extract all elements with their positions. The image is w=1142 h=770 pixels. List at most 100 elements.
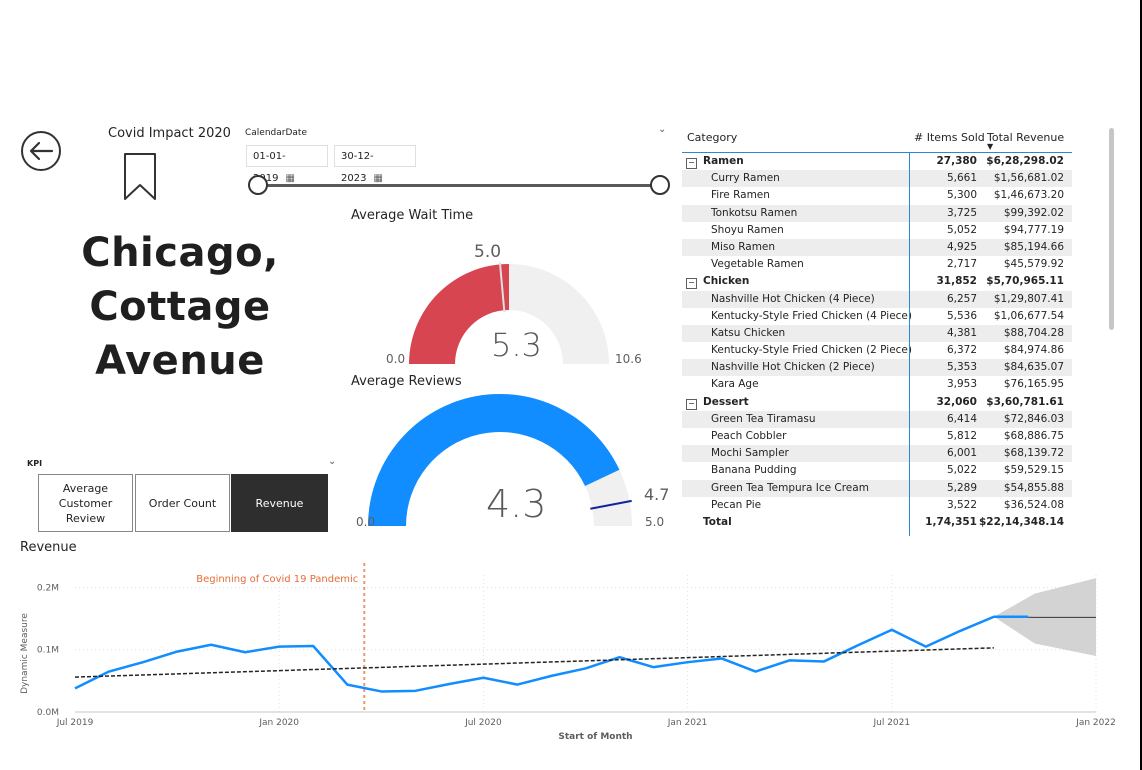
store-name: Chicago, Cottage Avenue — [60, 226, 300, 388]
revenue-line-chart[interactable]: 0.0M 0.1M 0.2M Jul 2019 Jan 2020 Jul 2020 Jan … — [0, 555, 1130, 755]
table-body: − Ramen 27,380 $6,28,298.02 Curry Ramen 5,661… — [682, 153, 1072, 531]
category-row: − Dessert 32,060 $3,60,781.61 — [682, 394, 1072, 411]
items-sold-cell: 6,001 — [946, 447, 977, 460]
items-sold-cell: 5,022 — [946, 464, 977, 477]
table-header: Category # Items Sold Total Revenue ▼ — [682, 126, 1072, 153]
revenue-cell: $85,194.66 — [1003, 240, 1064, 253]
calendar-icon[interactable]: ▦ — [285, 173, 294, 184]
column-header-items-sold[interactable]: # Items Sold — [914, 131, 985, 144]
revenue-cell: $45,579.92 — [1003, 258, 1064, 271]
revenue-cell: $99,392.02 — [1003, 206, 1064, 219]
slider-start-handle[interactable] — [248, 175, 268, 195]
revenue-cell: $5,70,965.11 — [986, 275, 1064, 288]
revenue-cell: $68,886.75 — [1003, 430, 1064, 442]
item-name-cell: Kentucky-Style Fried Chicken (2 Piece) — [711, 344, 912, 357]
back-arrow-icon[interactable] — [20, 130, 62, 172]
end-date-input[interactable]: 30-12-2023 ▦ — [334, 145, 416, 184]
category-row: − Ramen 27,380 $6,28,298.02 — [682, 153, 1072, 170]
date-range-slider-track[interactable] — [258, 184, 661, 187]
table-row: Katsu Chicken 4,381 $88,704.28 — [682, 324, 1072, 343]
column-header-total-revenue[interactable]: Total Revenue — [987, 131, 1064, 144]
table-scrollbar[interactable] — [1109, 128, 1114, 330]
items-sold-cell: 6,372 — [946, 344, 977, 357]
end-date-value: 30-12-2023 — [341, 151, 374, 184]
column-header-category[interactable]: Category — [687, 131, 737, 144]
covid-annotation-label: Beginning of Covid 19 Pandemic — [196, 574, 358, 585]
revenue-cell: $1,46,673.20 — [993, 189, 1064, 202]
x-tick-label: Jul 2020 — [464, 718, 502, 728]
collapse-icon[interactable]: − — [686, 398, 697, 410]
store-name-line: Cottage — [89, 284, 271, 330]
items-sold-cell: 5,300 — [946, 189, 977, 202]
items-sold-cell: 4,381 — [946, 326, 977, 339]
bookmark-title[interactable]: Covid Impact 2020 — [108, 126, 231, 141]
table-row: Green Tea Tempura Ice Cream 5,289 $54,855.… — [682, 479, 1072, 497]
slider-end-handle[interactable] — [650, 175, 670, 195]
item-name-cell: Katsu Chicken — [711, 326, 786, 339]
revenue-cell: $84,635.07 — [1003, 361, 1064, 374]
x-tick-label: Jan 2022 — [1075, 718, 1116, 728]
table-row: Fire Ramen 5,300 $1,46,673.20 — [682, 187, 1072, 204]
collapse-icon[interactable]: − — [686, 278, 697, 290]
wait-time-gauge-title: Average Wait Time — [351, 208, 474, 223]
table-row: Kentucky-Style Fried Chicken (4 Piece) 5,… — [682, 308, 1072, 325]
items-sold-cell: 5,289 — [946, 481, 977, 494]
items-sold-cell: 1,74,351 — [925, 515, 977, 528]
items-sold-cell: 3,522 — [946, 498, 977, 511]
kpi-label: KPI — [27, 459, 43, 468]
calendar-icon[interactable]: ▦ — [373, 173, 382, 184]
table-row: Peach Cobbler 5,812 $68,886.75 — [682, 428, 1072, 445]
bookmark-icon[interactable] — [122, 152, 158, 202]
item-name-cell: Curry Ramen — [711, 172, 780, 185]
y-tick-label: 0.1M — [37, 646, 59, 656]
item-name-cell: Peach Cobbler — [711, 430, 787, 442]
item-name-cell: Banana Pudding — [711, 464, 797, 477]
item-name-cell: Shoyu Ramen — [711, 223, 784, 236]
items-sold-cell: 5,052 — [946, 223, 977, 236]
item-name-cell: Vegetable Ramen — [711, 258, 804, 271]
items-sold-cell: 6,414 — [946, 412, 977, 425]
table-row: Mochi Sampler 6,001 $68,139.72 — [682, 445, 1072, 463]
reviews-value: 4.3 — [486, 482, 547, 526]
column-divider — [909, 152, 910, 536]
reviews-gauge-title: Average Reviews — [351, 374, 462, 389]
x-axis-title: Start of Month — [558, 732, 632, 742]
sort-descending-icon[interactable]: ▼ — [987, 142, 993, 151]
collapse-icon[interactable]: − — [686, 158, 697, 169]
revenue-cell: $72,846.03 — [1003, 412, 1064, 425]
kpi-order-count-button[interactable]: Order Count — [135, 474, 230, 532]
revenue-cell: $36,524.08 — [1003, 498, 1064, 511]
item-name-cell: Miso Ramen — [711, 240, 776, 253]
table-row: Kara Age 3,953 $76,165.95 — [682, 376, 1072, 393]
kpi-average-review-button[interactable]: Average Customer Review — [38, 474, 133, 532]
revenue-cell: $3,60,781.61 — [986, 395, 1064, 408]
table-row: Nashville Hot Chicken (2 Piece) 5,353 $84,… — [682, 359, 1072, 377]
items-sold-cell: 3,953 — [946, 378, 977, 391]
table-row: Kentucky-Style Fried Chicken (2 Piece) 6,… — [682, 342, 1072, 359]
category-name: Dessert — [703, 395, 749, 408]
items-sold-cell: 5,812 — [946, 430, 977, 442]
chevron-down-icon[interactable]: ⌄ — [328, 456, 336, 467]
reviews-target-label: 4.7 — [644, 485, 670, 504]
x-tick-label: Jan 2021 — [667, 718, 708, 728]
date-slicer-label: CalendarDate — [245, 128, 307, 138]
revenue-series-line — [74, 615, 1028, 693]
chevron-down-icon[interactable]: ⌄ — [658, 124, 666, 135]
items-sold-cell: 27,380 — [936, 155, 977, 167]
table-row: Tonkotsu Ramen 3,725 $99,392.02 — [682, 204, 1072, 222]
items-sold-cell: 2,717 — [946, 258, 977, 271]
table-row: Shoyu Ramen 5,052 $94,777.19 — [682, 222, 1072, 239]
revenue-cell: $54,855.88 — [1003, 481, 1064, 494]
category-row: − Chicken 31,852 $5,70,965.11 — [682, 273, 1072, 290]
item-name-cell: Kentucky-Style Fried Chicken (4 Piece) — [711, 309, 912, 322]
start-date-input[interactable]: 01-01-2019▦ — [246, 145, 328, 184]
kpi-revenue-button[interactable]: Revenue — [231, 474, 328, 532]
table-row: Pecan Pie 3,522 $36,524.08 — [682, 497, 1072, 514]
category-name: Chicken — [703, 275, 750, 288]
item-name-cell: Kara Age — [711, 378, 759, 391]
item-name-cell: Tonkotsu Ramen — [711, 206, 798, 219]
table-row: Miso Ramen 4,925 $85,194.66 — [682, 238, 1072, 257]
item-name-cell: Pecan Pie — [711, 498, 762, 511]
revenue-cell: $6,28,298.02 — [986, 155, 1064, 167]
items-sold-cell: 5,661 — [946, 172, 977, 185]
